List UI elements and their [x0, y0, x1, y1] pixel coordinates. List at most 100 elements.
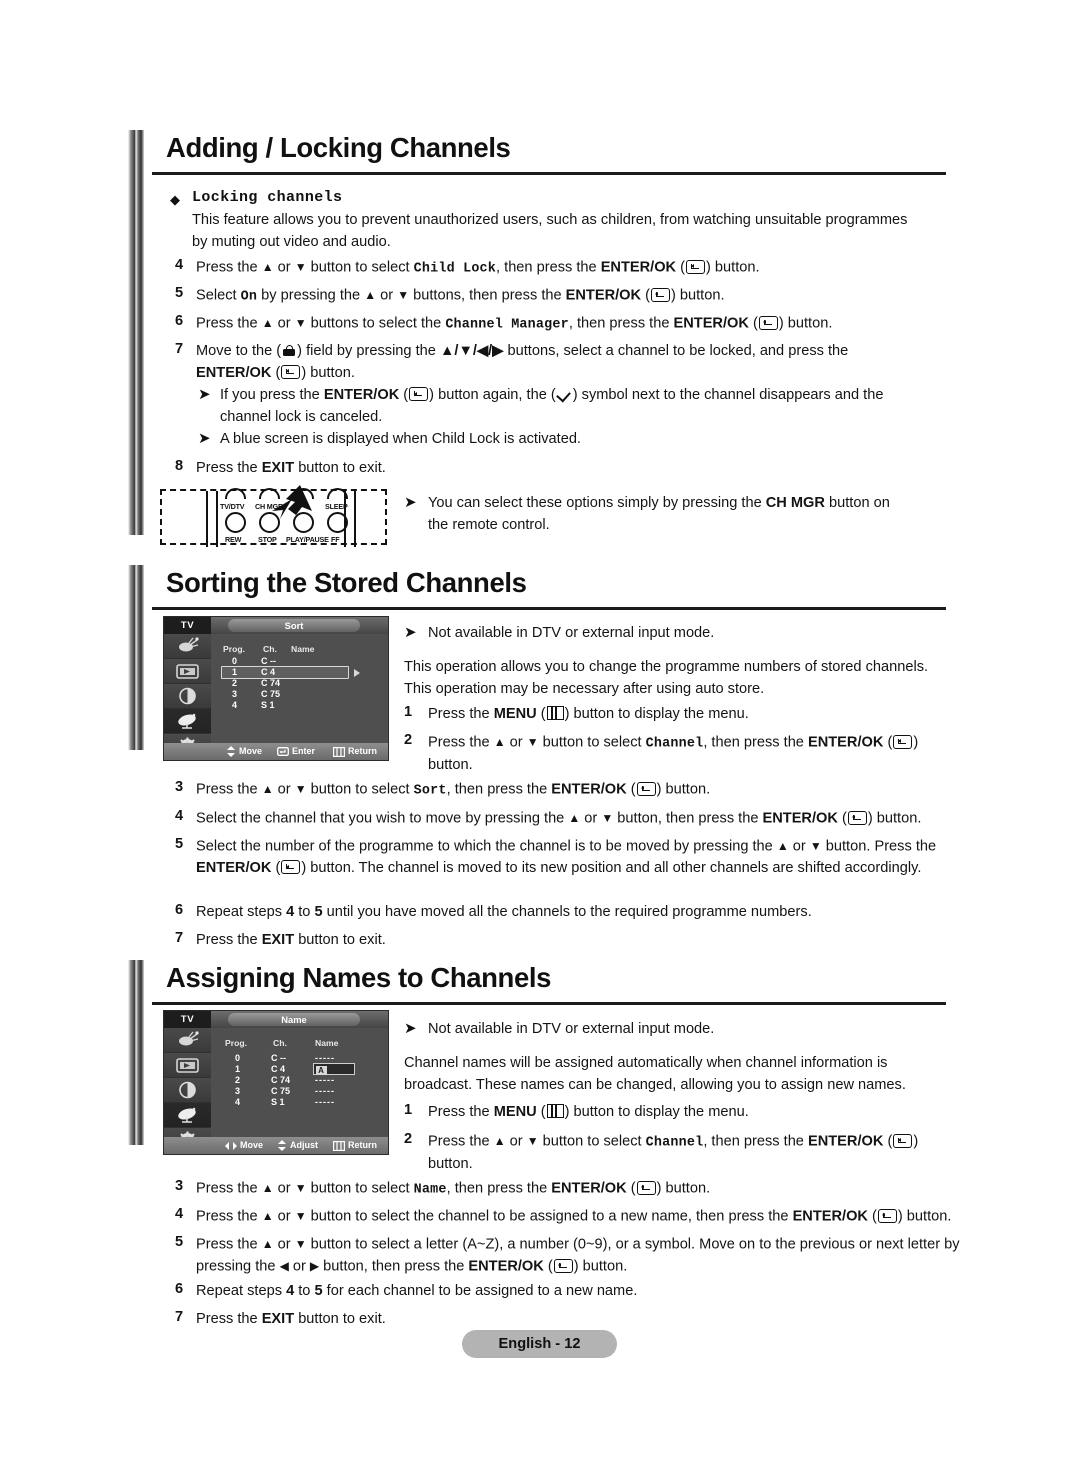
- check-icon: [558, 389, 571, 400]
- page-footer-badge: English - 12: [462, 1330, 617, 1358]
- sound-icon: [179, 687, 196, 705]
- section-3-header: Assigning Names to Channels: [128, 960, 946, 1008]
- note-arrow-icon: ➤: [404, 1019, 417, 1037]
- sidebar-item-picture[interactable]: [164, 1053, 211, 1078]
- sort-step-5-text: Select the number of the programme to wh…: [196, 838, 937, 877]
- name-step-4-number: 4: [175, 1206, 184, 1222]
- osd-sort-footer-items: Move Enter Return: [211, 743, 388, 760]
- osd-name-menu: TV Name Prog. Ch. Name 0 C -- ----- 1 C …: [164, 1011, 388, 1154]
- osd-name-row0-name: -----: [315, 1053, 335, 1063]
- remote-label-tvdtv: TV/DTV: [220, 502, 245, 511]
- note-arrow-icon: ➤: [404, 623, 417, 641]
- osd-name-row0-ch: C --: [271, 1053, 286, 1063]
- osd-sort-row4-prog: 4: [232, 700, 238, 710]
- updown-icon: [227, 746, 235, 757]
- step-6-number: 6: [175, 313, 184, 329]
- osd-sort-selection-box: [221, 666, 349, 679]
- menu-icon: [333, 747, 345, 757]
- section-1-side-rail: [128, 130, 144, 535]
- osd-sort-titlebar: TV Sort: [164, 617, 388, 634]
- section-3-accent-bar: [128, 960, 144, 1008]
- section-sorting-stored-channels: Sorting the Stored Channels: [128, 565, 946, 613]
- osd-name-footer-move: Move: [240, 1140, 264, 1150]
- note-chmgr-text: You can select these options simply by p…: [428, 495, 890, 533]
- sort-step-6-text: Repeat steps 4 to 5 until you have moved…: [196, 904, 812, 920]
- osd-sort-sidebar: [164, 634, 211, 760]
- sort-step-4-text: Select the channel that you wish to move…: [196, 810, 922, 827]
- osd-name-row0-prog: 0: [235, 1053, 241, 1063]
- menu-icon: [333, 1141, 345, 1151]
- sort-step-1-number: 1: [404, 704, 413, 720]
- osd-sort-footer-enter: Enter: [292, 746, 316, 756]
- osd-sort-footer-return: Return: [348, 746, 377, 756]
- step-8-text: Press the EXIT button to exit.: [196, 460, 386, 476]
- osd-sort-header-ch: Ch.: [263, 644, 277, 654]
- osd-name-footer-return: Return: [348, 1140, 377, 1150]
- sort-step-2-text: Press the ▲ or ▼ button to select Channe…: [428, 734, 919, 773]
- osd-name-row1-ch: C 4: [271, 1064, 286, 1074]
- osd-sort-header-prog: Prog.: [223, 644, 245, 654]
- sidebar-item-sound[interactable]: [164, 1078, 211, 1103]
- sidebar-item-channel[interactable]: [164, 709, 211, 734]
- sidebar-item-input[interactable]: [164, 634, 211, 659]
- channel-dish-icon: [178, 1107, 196, 1123]
- sort-step-4-number: 4: [175, 808, 184, 824]
- step-7-text: Move to the () field by pressing the ▲/▼…: [196, 343, 849, 381]
- sidebar-item-picture[interactable]: [164, 659, 211, 684]
- enter-ok-icon: [877, 1208, 897, 1223]
- remote-button-tvdtv-top[interactable]: [225, 488, 246, 499]
- section-1-accent-bar: [128, 130, 144, 178]
- enter-ok-icon: [281, 860, 301, 874]
- sort-step-3-number: 3: [175, 779, 184, 795]
- sound-icon: [179, 1081, 196, 1099]
- menu-icon: [546, 706, 564, 720]
- enter-ok-icon: [758, 315, 778, 330]
- remote-button-rew[interactable]: [225, 512, 246, 533]
- remote-label-stop: STOP: [258, 535, 277, 544]
- osd-sort-row0-prog: 0: [232, 656, 238, 666]
- section-adding-locking-channels: Adding / Locking Channels: [128, 130, 946, 178]
- section-3-rule: [152, 1002, 946, 1005]
- osd-name-row3-ch: C 75: [271, 1086, 291, 1096]
- remote-body: TV/DTV CH MGR SLEEP REW STOP PLAY/PAUSE …: [206, 485, 356, 547]
- picture-icon: [176, 664, 199, 679]
- note-arrow-icon: ➤: [404, 493, 417, 511]
- updown-icon: [278, 1140, 286, 1151]
- name-intro-text: Channel names will be assigned automatic…: [404, 1055, 906, 1093]
- osd-name-sidebar: [164, 1028, 211, 1154]
- menu-icon: [546, 1104, 564, 1118]
- section-2-rule: [152, 607, 946, 610]
- osd-sort-menu: TV Sort Prog. Ch. Name 0 C -- 1 C 4 2 C …: [164, 617, 388, 760]
- osd-name-header-ch: Ch.: [273, 1038, 287, 1048]
- osd-name-row4-ch: S 1: [271, 1097, 285, 1107]
- sidebar-item-input[interactable]: [164, 1028, 211, 1053]
- osd-name-footerbar: Move Adjust Return: [164, 1137, 388, 1154]
- osd-name-row1-prog: 1: [235, 1064, 241, 1074]
- name-step-3-number: 3: [175, 1178, 184, 1194]
- enter-ok-icon: [636, 781, 656, 796]
- osd-sort-row4-ch: S 1: [261, 700, 275, 710]
- note-arrow-icon: ➤: [198, 429, 211, 447]
- input-icon: [179, 637, 199, 652]
- note-arrow-icon: ➤: [198, 385, 211, 403]
- sidebar-item-sound[interactable]: [164, 684, 211, 709]
- picture-icon: [176, 1058, 199, 1073]
- name-step-6-text: Repeat steps 4 to 5 for each channel to …: [196, 1283, 638, 1299]
- osd-name-tv-label: TV: [164, 1011, 211, 1028]
- remote-button-ff[interactable]: [327, 512, 348, 533]
- enter-ok-icon: [650, 287, 670, 302]
- sort-step-7-number: 7: [175, 930, 184, 946]
- osd-sort-footer-move: Move: [239, 746, 263, 756]
- remote-label-sleep: SLEEP: [325, 502, 348, 511]
- osd-name-row2-ch: C 74: [271, 1075, 291, 1085]
- name-step-7-text: Press the EXIT button to exit.: [196, 1311, 386, 1327]
- step-5-text: Select On by pressing the ▲ or ▼ buttons…: [196, 287, 725, 305]
- name-step-4-text: Press the ▲ or ▼ button to select the ch…: [196, 1208, 952, 1225]
- note-enter-again-text: If you press the ENTER/OK () button agai…: [220, 387, 884, 425]
- enter-ok-icon: [847, 810, 867, 825]
- sidebar-item-channel[interactable]: [164, 1103, 211, 1128]
- osd-name-edit-box[interactable]: A: [313, 1063, 355, 1075]
- remote-label-rew: REW: [225, 535, 242, 544]
- remote-button-sleep-top[interactable]: [327, 488, 348, 499]
- osd-name-header-prog: Prog.: [225, 1038, 247, 1048]
